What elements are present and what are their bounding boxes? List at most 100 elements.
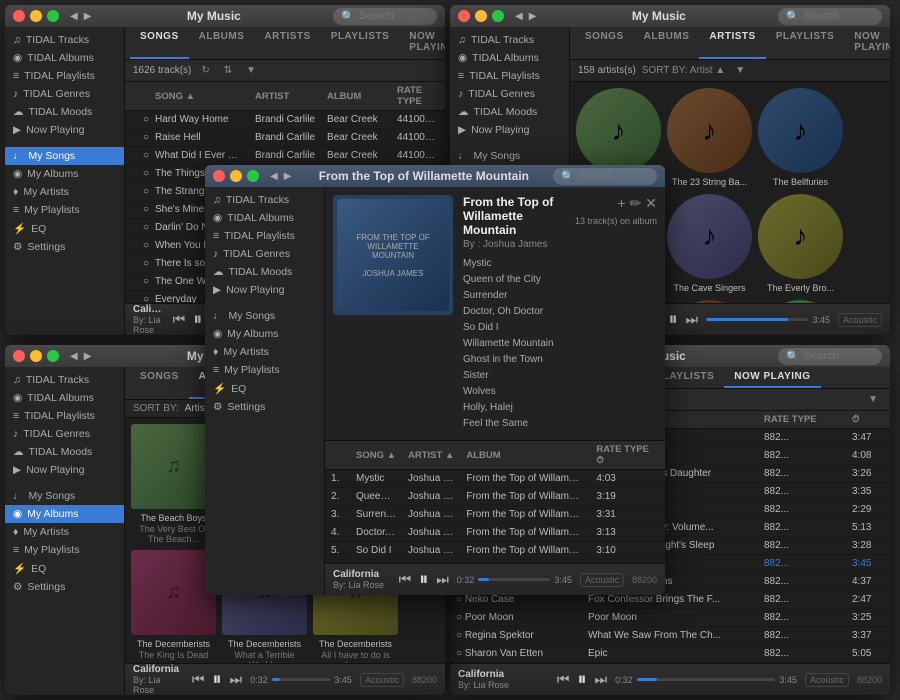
track-star[interactable]: ○ <box>137 219 149 237</box>
popup-track-row[interactable]: 1. Mystic Joshua James From the Top of W… <box>325 470 665 488</box>
next-btn-win2[interactable]: ⏭ <box>686 311 699 328</box>
tab-artists-win1[interactable]: ARTISTS <box>254 27 320 59</box>
prev-btn-win4[interactable]: ⏮ <box>557 671 570 688</box>
album-item[interactable]: ♫ The Decemberists The King Is Dead <box>131 550 216 663</box>
tab-songs-win3[interactable]: SONGS <box>130 367 189 399</box>
sidebar-item-tidal-tracks[interactable]: ♫TIDAL Tracks <box>5 31 124 49</box>
back-button-popup[interactable]: ◀ <box>267 171 281 182</box>
sidebar-item-tidal-playlists-win3[interactable]: ≡TIDAL Playlists <box>5 407 124 425</box>
sidebar-item-settings-win3[interactable]: ⚙Settings <box>5 578 124 596</box>
artist-item[interactable]: ♪ The Cave Singers <box>667 194 752 294</box>
play-btn-win1[interactable]: ⏸ <box>193 309 202 330</box>
close-button-popup[interactable] <box>213 170 225 182</box>
progress-track-win2[interactable] <box>706 318 808 321</box>
track-star[interactable]: ○ <box>137 291 149 304</box>
search-box-win4[interactable]: 🔍 <box>778 348 882 365</box>
col-type-win4[interactable]: RATE TYPE <box>758 411 846 429</box>
track-star[interactable]: ○ <box>137 237 149 255</box>
sidebar-item-my-songs-win3[interactable]: ♩My Songs <box>5 487 124 505</box>
minimize-button-popup[interactable] <box>230 170 242 182</box>
sidebar-item-tidal-moods-win2[interactable]: ☁TIDAL Moods <box>450 103 569 121</box>
sidebar-item-my-playlists-win3[interactable]: ≡My Playlists <box>5 541 124 559</box>
progress-track-win3[interactable] <box>272 678 331 681</box>
sidebar-item-my-artists[interactable]: ♦My Artists <box>5 183 124 201</box>
refresh-btn-win1[interactable]: ↻ <box>197 63 213 78</box>
search-input-win2[interactable] <box>804 10 874 22</box>
sidebar-item-now-playing-win2[interactable]: ▶Now Playing <box>450 121 569 139</box>
sidebar-item-settings[interactable]: ⚙Settings <box>5 238 124 256</box>
popup-col-type[interactable]: RATE TYPE ⏱ <box>590 441 665 470</box>
sidebar-item-tidal-tracks-win3[interactable]: ♫TIDAL Tracks <box>5 371 124 389</box>
maximize-button-popup[interactable] <box>247 170 259 182</box>
play-btn-win3[interactable]: ⏸ <box>213 669 222 690</box>
minimize-button-win2[interactable] <box>475 10 487 22</box>
next-btn-win4[interactable]: ⏭ <box>595 671 608 688</box>
search-input-win4[interactable] <box>804 350 874 362</box>
search-input-popup[interactable] <box>579 170 649 182</box>
sidebar-item-eq-win3[interactable]: ⚡EQ <box>5 559 124 578</box>
track-star[interactable]: ○ <box>137 183 149 201</box>
col-song[interactable]: SONG ▲ <box>149 82 249 111</box>
back-button-win1[interactable]: ◀ <box>67 11 81 22</box>
back-button-win3[interactable]: ◀ <box>67 351 81 362</box>
table-row[interactable]: ○ What Did I Ever Come Here For Brandi C… <box>125 147 445 165</box>
forward-button-win1[interactable]: ▶ <box>81 11 95 22</box>
search-box-win1[interactable]: 🔍 <box>333 8 437 25</box>
sidebar-item-my-albums[interactable]: ◉My Albums <box>5 165 124 183</box>
search-box-win2[interactable]: 🔍 <box>778 8 882 25</box>
forward-button-popup[interactable]: ▶ <box>281 171 295 182</box>
sidebar-item-tidal-albums-win3[interactable]: ◉TIDAL Albums <box>5 389 124 407</box>
track-star[interactable]: ○ <box>137 147 149 165</box>
tab-nowplaying-win4[interactable]: NOW PLAYING <box>724 367 820 388</box>
sidebar-item-tidal-playlists[interactable]: ≡TIDAL Playlists <box>5 67 124 85</box>
popup-track-row[interactable]: 4. Doctor, Oh Doctor Joshua James From t… <box>325 524 665 542</box>
sidebar-item-now-playing-popup[interactable]: ▶Now Playing <box>205 281 324 299</box>
play-btn-popup[interactable]: ⏸ <box>419 569 428 590</box>
maximize-button-win2[interactable] <box>492 10 504 22</box>
forward-button-win3[interactable]: ▶ <box>81 351 95 362</box>
popup-track-row[interactable]: 3. Surrender Joshua James From the Top o… <box>325 506 665 524</box>
popup-close-btn[interactable]: ✕ <box>645 195 657 212</box>
search-box-popup[interactable]: 🔍 <box>553 168 657 185</box>
track-star[interactable]: ○ <box>137 111 149 129</box>
sidebar-item-tidal-moods-popup[interactable]: ☁TIDAL Moods <box>205 263 324 281</box>
track-star[interactable]: ○ <box>137 201 149 219</box>
track-star[interactable]: ○ <box>137 255 149 273</box>
tab-songs-win2[interactable]: SONGS <box>575 27 634 59</box>
table-row[interactable]: ○ Sharon Van Etten Epic 882... 5:05 <box>450 645 890 663</box>
play-btn-win4[interactable]: ⏸ <box>578 669 587 690</box>
prev-btn-win1[interactable]: ⏮ <box>173 311 186 328</box>
sidebar-item-tidal-tracks-win2[interactable]: ♫TIDAL Tracks <box>450 31 569 49</box>
sidebar-item-my-artists-win3[interactable]: ♦My Artists <box>5 523 124 541</box>
sidebar-item-now-playing-win3[interactable]: ▶Now Playing <box>5 461 124 479</box>
sort-btn-win1[interactable]: ⇅ <box>220 63 236 78</box>
track-star[interactable]: ○ <box>137 165 149 183</box>
sidebar-item-eq[interactable]: ⚡EQ <box>5 219 124 238</box>
back-button-win2[interactable]: ◀ <box>512 11 526 22</box>
col-album[interactable]: ALBUM <box>321 82 391 111</box>
tab-albums-win2[interactable]: ALBUMS <box>634 27 700 59</box>
track-star[interactable]: ○ <box>137 129 149 147</box>
tab-playlists-win2[interactable]: PLAYLISTS <box>766 27 845 59</box>
sidebar-item-my-songs-win2[interactable]: ♩My Songs <box>450 147 569 165</box>
table-row[interactable]: ○ Poor Moon Poor Moon 882... 3:25 <box>450 609 890 627</box>
sidebar-item-settings-popup[interactable]: ⚙Settings <box>205 398 324 416</box>
sidebar-item-tidal-moods-win3[interactable]: ☁TIDAL Moods <box>5 443 124 461</box>
sidebar-item-tidal-playlists-popup[interactable]: ≡TIDAL Playlists <box>205 227 324 245</box>
col-type[interactable]: RATE TYPE <box>391 82 441 111</box>
sidebar-item-tidal-genres[interactable]: ♪TIDAL Genres <box>5 85 124 103</box>
artist-item[interactable]: ♪ The Everly Bro... <box>758 194 843 294</box>
tab-albums-win1[interactable]: ALBUMS <box>189 27 255 59</box>
sidebar-item-my-playlists[interactable]: ≡My Playlists <box>5 201 124 219</box>
tab-playlists-win1[interactable]: PLAYLISTS <box>321 27 400 59</box>
popup-track-row[interactable]: 2. Queen of the City Joshua James From t… <box>325 488 665 506</box>
sidebar-item-my-albums-popup[interactable]: ◉My Albums <box>205 325 324 343</box>
filter-btn-win4[interactable]: ▼ <box>864 392 882 407</box>
sidebar-item-my-artists-popup[interactable]: ♦My Artists <box>205 343 324 361</box>
filter-btn-win2[interactable]: ▼ <box>731 63 749 78</box>
sidebar-item-my-albums-win3[interactable]: ◉My Albums <box>5 505 124 523</box>
next-btn-win3[interactable]: ⏭ <box>230 671 243 688</box>
popup-col-artist[interactable]: ARTIST ▲ <box>402 441 460 470</box>
album-item[interactable]: ♫ The Beach Boys The Very Best Of The Be… <box>131 424 216 544</box>
sidebar-item-tidal-playlists-win2[interactable]: ≡TIDAL Playlists <box>450 67 569 85</box>
